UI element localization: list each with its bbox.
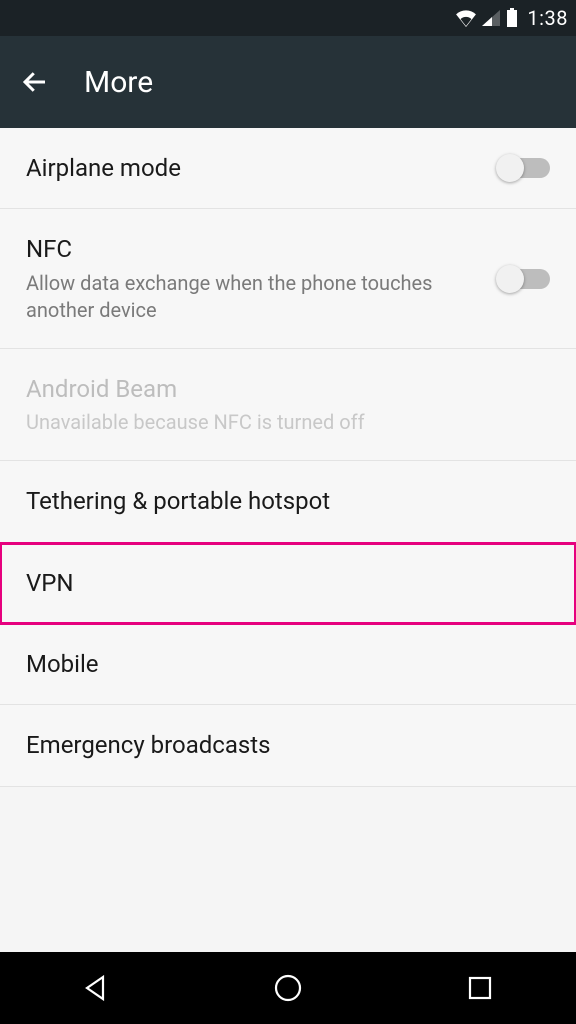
settings-item-subtitle: Allow data exchange when the phone touch…: [26, 270, 480, 324]
settings-item-label: Mobile: [26, 648, 550, 680]
settings-item-label: Airplane mode: [26, 152, 480, 184]
settings-item-tethering-portable-hotspot[interactable]: Tethering & portable hotspot: [0, 461, 576, 542]
navigation-bar: [0, 952, 576, 1024]
nav-recent-button[interactable]: [462, 970, 498, 1006]
settings-item-subtitle: Unavailable because NFC is turned off: [26, 409, 550, 436]
nav-back-button[interactable]: [78, 970, 114, 1006]
toggle-switch[interactable]: [498, 158, 550, 178]
settings-item-android-beam: Android Beam Unavailable because NFC is t…: [0, 349, 576, 461]
settings-item-mobile[interactable]: Mobile: [0, 624, 576, 705]
toggle-switch[interactable]: [498, 269, 550, 289]
page-title: More: [84, 65, 153, 100]
settings-item-emergency-broadcasts[interactable]: Emergency broadcasts: [0, 705, 576, 786]
cellular-icon: [481, 9, 501, 27]
settings-item-label: Android Beam: [26, 373, 550, 405]
settings-item-label: Emergency broadcasts: [26, 729, 550, 761]
settings-item-nfc[interactable]: NFC Allow data exchange when the phone to…: [0, 209, 576, 348]
clock-text: 1:38: [527, 6, 568, 30]
settings-item-label: NFC: [26, 233, 480, 265]
settings-item-vpn[interactable]: VPN: [0, 543, 576, 624]
app-bar: More: [0, 36, 576, 128]
settings-list: Airplane mode NFC Allow data exchange when…: [0, 128, 576, 787]
settings-item-label: VPN: [26, 567, 550, 599]
status-bar: 1:38: [0, 0, 576, 36]
back-button[interactable]: [20, 67, 50, 97]
wifi-icon: [455, 9, 477, 27]
settings-item-airplane-mode[interactable]: Airplane mode: [0, 128, 576, 209]
settings-item-label: Tethering & portable hotspot: [26, 485, 550, 517]
nav-home-button[interactable]: [270, 970, 306, 1006]
battery-icon: [505, 8, 519, 28]
